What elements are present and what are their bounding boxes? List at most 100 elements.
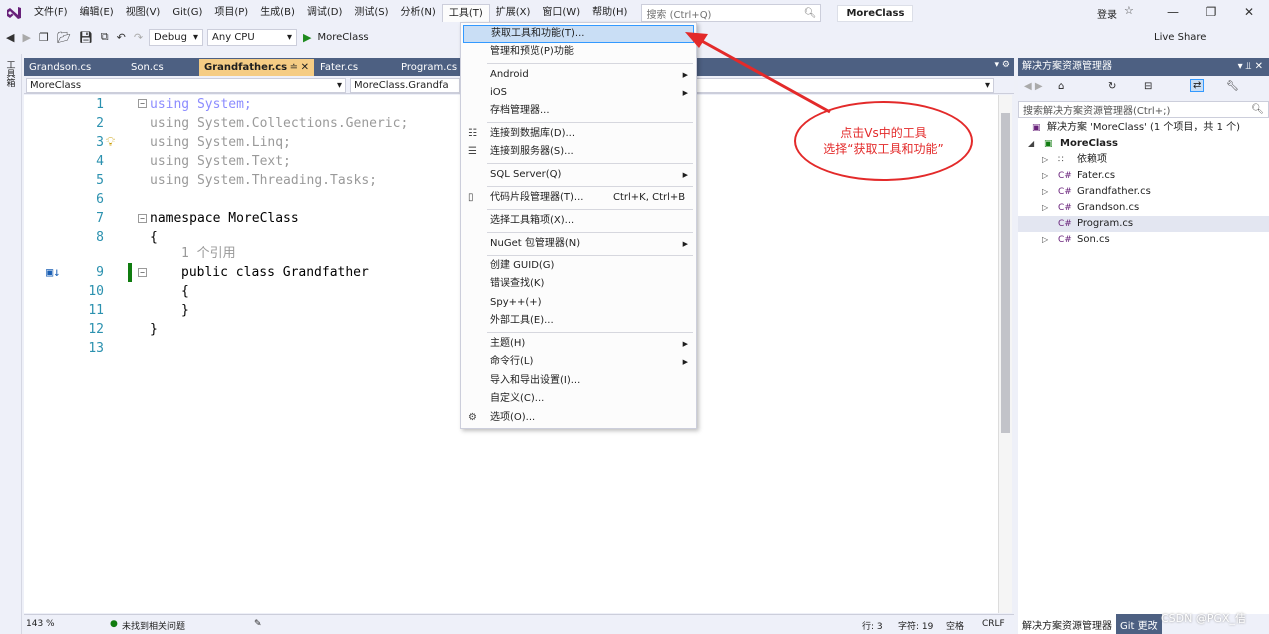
tree-item-file[interactable]: C# Program.cs (1018, 216, 1269, 232)
reference-count-link[interactable]: 1 个引用 (181, 244, 236, 263)
menu-window[interactable]: 窗口(W) (536, 4, 586, 22)
menu-item-import-export[interactable]: 导入和导出设置(I)... (463, 372, 694, 390)
expand-arrow-icon[interactable]: ◢ (1028, 136, 1034, 152)
menu-project[interactable]: 项目(P) (208, 4, 254, 22)
menu-item-get-tools[interactable]: 获取工具和功能(T)... (463, 25, 694, 43)
tree-item-file[interactable]: ▷ C# Grandson.cs (1018, 200, 1269, 216)
menu-item-customize[interactable]: 自定义(C)... (463, 390, 694, 408)
type-nav-select[interactable]: MoreClass.Grandfa (350, 78, 460, 93)
menu-build[interactable]: 生成(B) (254, 4, 301, 22)
back-icon[interactable]: ◀ (4, 31, 16, 44)
menu-item-connect-server[interactable]: ☰ 连接到服务器(S)... (463, 143, 694, 161)
tab-git-changes[interactable]: Git 更改 (1116, 614, 1162, 634)
login-link[interactable]: 登录 (1097, 6, 1117, 21)
member-nav-select[interactable]: ▾ (696, 78, 994, 93)
inherited-member-icon[interactable]: ▣↓ (46, 263, 60, 282)
redo-icon[interactable]: ↷ (132, 31, 145, 44)
menu-debug[interactable]: 调试(D) (301, 4, 349, 22)
pin-icon[interactable]: ≐ (290, 59, 298, 76)
tab-son[interactable]: Son.cs (126, 59, 198, 76)
restore-button[interactable]: ❐ (1200, 3, 1222, 21)
panel-options-icon[interactable]: ▾ ⫫ ✕ (1238, 58, 1263, 76)
tree-item-solution[interactable]: ▣ 解决方案 'MoreClass' (1 个项目，共 1 个) (1018, 120, 1269, 136)
menu-item-create-guid[interactable]: 创建 GUID(G) (463, 257, 694, 275)
menu-tools[interactable]: 工具(T) (441, 4, 490, 22)
open-file-icon[interactable]: 📂︎ (55, 31, 73, 44)
project-nav-select[interactable]: MoreClass ▾ (26, 78, 346, 93)
run-target-button[interactable]: MoreClass (318, 32, 369, 43)
home-icon[interactable]: ⌂ (1058, 81, 1064, 92)
collapse-icon[interactable]: − (138, 214, 147, 223)
menu-item-external-tools[interactable]: 外部工具(E)... (463, 312, 694, 330)
tree-item-project[interactable]: ◢ ▣ MoreClass (1018, 136, 1269, 152)
whitespace-indicator[interactable]: 空格 (946, 619, 964, 632)
menu-item-options[interactable]: ⚙︎ 选项(O)... (463, 409, 694, 427)
new-project-icon[interactable]: ❐ (37, 31, 51, 44)
expand-arrow-icon[interactable]: ▷ (1042, 152, 1048, 168)
editor-scrollbar[interactable] (998, 95, 1012, 613)
menu-item-snippets-manager[interactable]: ▯ 代码片段管理器(T)... Ctrl+K, Ctrl+B (463, 189, 694, 207)
close-window-button[interactable]: ✕ (1238, 3, 1260, 21)
menu-item-sql-server[interactable]: SQL Server(Q) ▶ (463, 166, 694, 184)
menu-item-spy[interactable]: Spy++(+) (463, 294, 694, 312)
wrench-icon[interactable]: 🔧︎ (1226, 81, 1239, 92)
tree-item-file[interactable]: ▷ C# Son.cs (1018, 232, 1269, 248)
collapse-icon[interactable]: − (138, 99, 147, 108)
tree-item-file[interactable]: ▷ C# Fater.cs (1018, 168, 1269, 184)
save-icon[interactable]: 💾︎ (77, 31, 95, 44)
tab-grandson[interactable]: Grandson.cs (24, 59, 125, 76)
close-icon[interactable]: ✕ (301, 59, 309, 76)
menu-item-archive-manager[interactable]: 存档管理器... (463, 102, 694, 120)
menu-help[interactable]: 帮助(H) (586, 4, 633, 22)
collapse-icon[interactable]: − (138, 268, 147, 277)
tree-item-file[interactable]: ▷ C# Grandfather.cs (1018, 184, 1269, 200)
tab-solution-explorer[interactable]: 解决方案资源管理器 (1018, 614, 1116, 634)
menu-item-choose-toolbox[interactable]: 选择工具箱项(X)... (463, 212, 694, 230)
sync-icon[interactable]: ⇄ (1190, 79, 1205, 92)
run-icon[interactable]: ▶ (301, 31, 313, 44)
configuration-select[interactable]: Debug ▾ (149, 28, 204, 46)
menu-item-theme[interactable]: 主题(H) ▶ (463, 335, 694, 353)
menu-file[interactable]: 文件(F) (28, 4, 74, 22)
zoom-level[interactable]: 143 % (26, 619, 55, 629)
brush-icon[interactable]: ✎ (254, 619, 262, 629)
line-ending-indicator[interactable]: CRLF (982, 619, 1005, 629)
scrollbar-thumb[interactable] (1001, 113, 1010, 433)
tree-item-dependencies[interactable]: ▷ ∷ 依赖项 (1018, 152, 1269, 168)
solution-search-input[interactable]: 搜索解决方案资源管理器(Ctrl+;) 🔍︎ (1018, 101, 1269, 118)
search-input[interactable]: 搜索 (Ctrl+Q) 🔍︎ (641, 4, 822, 22)
collapse-all-icon[interactable]: ⊟ (1144, 81, 1152, 92)
live-share-button[interactable]: Live Share (1154, 32, 1206, 43)
tab-grandfather[interactable]: Grandfather.cs ≐ ✕ (199, 59, 314, 76)
menu-item-nuget[interactable]: NuGet 包管理器(N) ▶ (463, 235, 694, 253)
tab-overflow-icon[interactable]: ▾ ⚙︎ (995, 60, 1010, 70)
menu-analyze[interactable]: 分析(N) (395, 4, 442, 22)
expand-arrow-icon[interactable]: ▷ (1042, 184, 1048, 200)
menu-item-connect-database[interactable]: ☷ 连接到数据库(D)... (463, 125, 694, 143)
account-icon[interactable]: ☆ (1124, 4, 1134, 17)
expand-arrow-icon[interactable]: ▷ (1042, 168, 1048, 184)
expand-arrow-icon[interactable]: ▷ (1042, 200, 1048, 216)
menu-edit[interactable]: 编辑(E) (74, 4, 120, 22)
menu-item-ios[interactable]: iOS ▶ (463, 84, 694, 102)
menu-item-manage-preview[interactable]: 管理和预览(P)功能 (463, 43, 694, 61)
forward-icon[interactable]: ▶ (20, 31, 32, 44)
menu-view[interactable]: 视图(V) (120, 4, 167, 22)
menu-item-command-line[interactable]: 命令行(L) ▶ (463, 353, 694, 371)
menu-extensions[interactable]: 扩展(X) (490, 4, 537, 22)
expand-arrow-icon[interactable]: ▷ (1042, 232, 1048, 248)
tab-fater[interactable]: Fater.cs (315, 59, 395, 76)
toolbox-tab[interactable]: 工具箱 (5, 60, 17, 87)
back-icon[interactable]: ◀ ▶ (1024, 81, 1043, 92)
refresh-icon[interactable]: ↻ (1108, 81, 1116, 92)
tab-program[interactable]: Program.cs (396, 59, 466, 76)
issues-status[interactable]: 未找到相关问题 (122, 619, 185, 632)
minimize-button[interactable]: — (1162, 3, 1184, 21)
menu-test[interactable]: 测试(S) (348, 4, 394, 22)
menu-item-android[interactable]: Android ▶ (463, 66, 694, 84)
save-all-icon[interactable]: ⧉ (99, 30, 111, 44)
platform-select[interactable]: Any CPU ▾ (207, 28, 298, 46)
undo-icon[interactable]: ↶ (115, 31, 128, 44)
menu-git[interactable]: Git(G) (166, 4, 208, 22)
lightbulb-icon[interactable]: 💡︎ (106, 133, 115, 152)
